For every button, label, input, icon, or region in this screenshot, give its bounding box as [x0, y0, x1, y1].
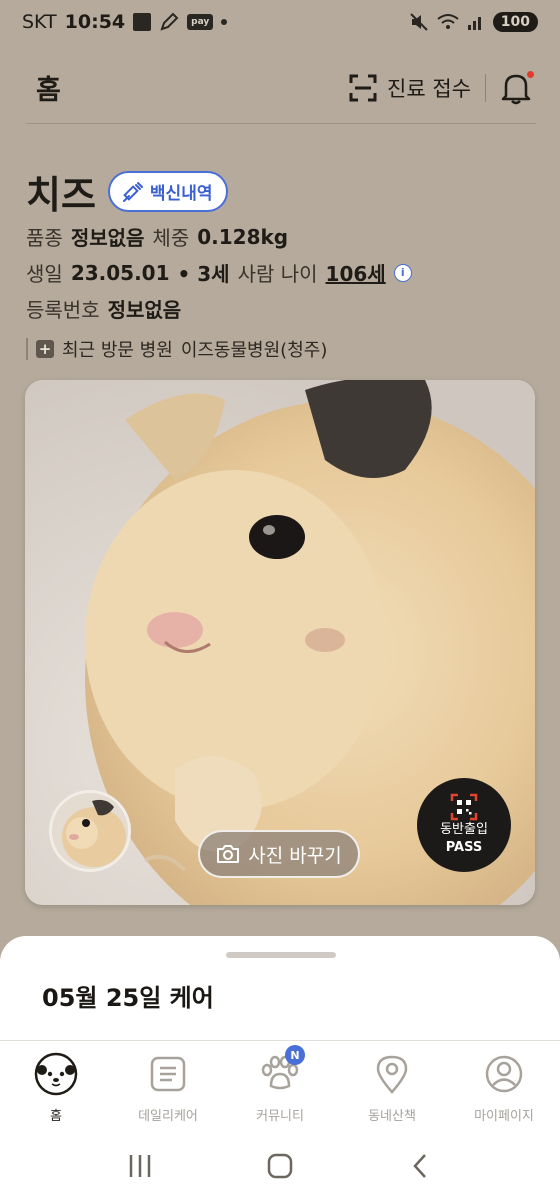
recent-apps-icon — [129, 1155, 151, 1177]
system-navigation-bar — [0, 1132, 560, 1200]
hospital-plus-icon: + — [36, 340, 54, 358]
home-square-icon — [267, 1153, 293, 1179]
change-photo-button[interactable]: 사진 바꾸기 — [198, 830, 360, 878]
reception-label: 진료 접수 — [387, 76, 471, 101]
pen-notification-icon — [160, 12, 179, 31]
nav-label-daily-care: 데일리케어 — [138, 1109, 198, 1124]
back-system-button[interactable] — [400, 1146, 440, 1186]
weight-value: 0.128kg — [197, 224, 289, 249]
scan-icon — [349, 74, 377, 101]
app-header: 홈 진료 접수 — [26, 52, 536, 124]
vaccine-history-button[interactable]: 백신내역 — [107, 171, 229, 212]
vaccine-label: 백신내역 — [149, 184, 213, 204]
signal-icon — [467, 17, 481, 30]
home-dog-icon — [33, 1051, 79, 1097]
notification-dot — [527, 70, 534, 78]
mute-icon — [410, 13, 428, 31]
registration-value: 정보없음 — [107, 298, 182, 322]
registration-label: 등록번호 — [26, 298, 100, 322]
sheet-drag-handle[interactable] — [226, 952, 336, 958]
wifi-icon — [437, 14, 459, 29]
page-title: 홈 — [36, 75, 61, 106]
recent-hospital-value: 이즈동물병원(청주) — [180, 340, 328, 361]
clock-time: 10:54 — [64, 11, 126, 33]
breed-value: 정보없음 — [70, 226, 145, 250]
care-bottom-sheet[interactable]: 05월 25일 케어 — [0, 936, 560, 1040]
notification-bell-button[interactable] — [500, 70, 534, 105]
recent-hospital-label: 최근 방문 병원 — [62, 340, 173, 361]
battery-indicator: 100 — [492, 12, 538, 32]
pay-notification-icon: pay — [187, 14, 214, 30]
pet-avatar-thumbnail[interactable] — [49, 790, 131, 872]
nav-label-home: 홈 — [50, 1109, 62, 1124]
recent-hospital-row[interactable]: + 최근 방문 병원 이즈동물병원(청주) — [26, 336, 327, 362]
birth-value: 23.05.01 — [70, 260, 170, 285]
nav-item-home[interactable]: 홈 — [0, 1041, 112, 1132]
daily-list-icon — [145, 1051, 191, 1097]
info-icon[interactable]: i — [393, 263, 412, 282]
breed-weight-row: 품종 정보없음 체중 0.128kg — [26, 222, 288, 251]
age-value: • 3세 — [177, 262, 230, 286]
more-notifications-dot — [221, 19, 228, 25]
nav-label-my-page: 마이페이지 — [474, 1109, 534, 1124]
recent-apps-button[interactable] — [120, 1146, 160, 1186]
notification-app-icon — [133, 13, 152, 31]
back-chevron-icon — [413, 1154, 426, 1178]
person-icon — [481, 1051, 527, 1097]
pass-label-english: PASS — [445, 840, 483, 855]
birth-age-row: 생일 23.05.01 • 3세 사람 나이 106세 i — [26, 258, 412, 287]
location-pin-icon — [369, 1051, 415, 1097]
birth-label: 생일 — [26, 262, 63, 286]
nav-item-daily-care[interactable]: 데일리케어 — [112, 1041, 224, 1132]
nav-label-neighborhood-walk: 동네산책 — [368, 1109, 416, 1124]
nav-item-my-page[interactable]: 마이페이지 — [448, 1041, 560, 1132]
breed-label: 품종 — [26, 226, 63, 250]
companion-pass-button[interactable]: 동반출입 PASS — [417, 778, 511, 872]
syringe-icon — [122, 181, 143, 202]
bottom-navigation: 홈 데일리케어 N 커뮤니티 동네산책 마이페이지 — [0, 1040, 560, 1132]
care-date-title: 05월 25일 케어 — [42, 984, 214, 1012]
pet-photo-card[interactable]: 사진 바꾸기 동반출입 PASS — [25, 380, 535, 905]
home-system-button[interactable] — [260, 1146, 300, 1186]
paw-icon: N — [257, 1045, 305, 1097]
camera-icon — [217, 845, 240, 863]
qr-code-icon — [450, 794, 478, 821]
nav-label-community: 커뮤니티 — [256, 1109, 304, 1124]
pet-name-row: 치즈 백신내역 — [26, 164, 229, 219]
status-bar: SKT 10:54 pay 100 — [0, 0, 560, 44]
nav-item-neighborhood-walk[interactable]: 동네산책 — [336, 1041, 448, 1132]
human-age-label: 사람 나이 — [237, 262, 318, 286]
hamster-thumbnail-image — [52, 793, 128, 869]
registration-row: 등록번호 정보없음 — [26, 294, 181, 323]
pass-label-korean: 동반출입 — [440, 822, 488, 838]
new-badge: N — [285, 1045, 305, 1065]
recent-divider — [26, 338, 28, 360]
reception-scan-button[interactable]: 진료 접수 — [349, 73, 471, 103]
carrier-label: SKT — [22, 11, 57, 33]
change-photo-label: 사진 바꾸기 — [248, 844, 342, 867]
header-divider — [485, 73, 486, 102]
weight-label: 체중 — [152, 226, 190, 250]
human-age-value[interactable]: 106세 — [326, 258, 386, 287]
pet-name: 치즈 — [26, 173, 96, 217]
nav-item-community[interactable]: N 커뮤니티 — [224, 1041, 336, 1132]
